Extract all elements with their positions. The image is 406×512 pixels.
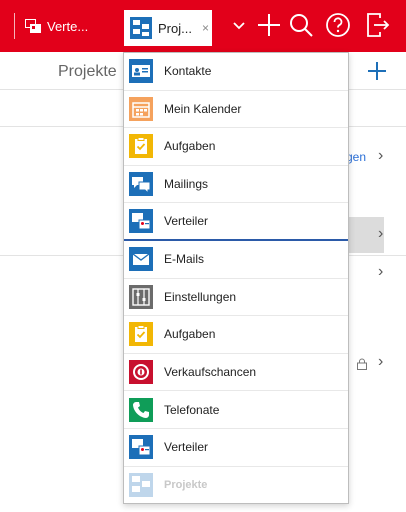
chevron-right-icon[interactable]: › — [378, 147, 383, 165]
tab-label: Verte... — [47, 18, 89, 34]
menu-item-projekte: Projekte — [124, 467, 348, 503]
menu-item-label: Kontakte — [164, 64, 212, 79]
menu-item-label: E-Mails — [164, 252, 205, 267]
chevron-right-icon[interactable]: › — [378, 263, 383, 281]
menu-item-e-mails[interactable]: E-Mails — [124, 241, 348, 279]
menu-item-label: Telefonate — [164, 402, 220, 417]
app-root: Verte... Proj... × Projekte gen › › › › … — [0, 0, 406, 512]
tasks-icon — [129, 134, 153, 159]
menu-item-telefonate[interactable]: Telefonate — [124, 391, 348, 429]
phone-icon — [129, 397, 153, 422]
background-link[interactable]: gen — [346, 150, 366, 164]
menu-item-aufgaben[interactable]: Aufgaben — [124, 128, 348, 166]
tab-projekte[interactable]: Proj... × — [124, 10, 212, 46]
menu-item-label: Verteiler — [164, 440, 209, 455]
distribution-list-icon — [129, 435, 153, 460]
menu-item-label: Verteiler — [164, 214, 209, 229]
menu-item-mailings[interactable]: Mailings — [124, 166, 348, 204]
sales-opportunities-icon — [129, 360, 153, 385]
menu-item-aufgaben-2[interactable]: Aufgaben — [124, 316, 348, 354]
menu-item-verkaufschancen[interactable]: Verkaufschancen — [124, 354, 348, 392]
contacts-icon — [129, 59, 153, 84]
settings-icon — [129, 284, 153, 309]
distribution-list-icon — [25, 19, 41, 33]
distribution-list-icon — [129, 209, 153, 234]
menu-item-label: Einstellungen — [164, 289, 237, 304]
menu-item-label: Projekte — [164, 479, 208, 492]
projects-icon — [130, 17, 152, 39]
mailings-icon — [129, 172, 153, 197]
menu-item-kontakte[interactable]: Kontakte — [124, 53, 348, 91]
menu-item-einstellungen[interactable]: Einstellungen — [124, 279, 348, 317]
add-icon[interactable] — [366, 60, 388, 82]
chevron-right-icon[interactable]: › — [378, 353, 383, 371]
chevron-right-icon[interactable]: › — [378, 225, 383, 243]
close-icon[interactable]: × — [202, 21, 209, 35]
menu-item-label: Mailings — [164, 177, 209, 192]
lock-icon — [357, 358, 367, 370]
menu-item-label: Mein Kalender — [164, 101, 242, 116]
menu-item-verteiler-2[interactable]: Verteiler — [124, 429, 348, 467]
menu-item-label: Aufgaben — [164, 327, 216, 342]
menu-item-label: Aufgaben — [164, 139, 216, 154]
logout-icon[interactable] — [364, 12, 390, 38]
menu-item-mein-kalender[interactable]: Mein Kalender — [124, 91, 348, 129]
projects-icon — [129, 473, 153, 498]
tab-separator — [14, 13, 15, 39]
plus-icon[interactable] — [256, 12, 282, 38]
search-icon[interactable] — [288, 12, 314, 38]
tasks-icon — [129, 322, 153, 347]
menu-item-label: Verkaufschancen — [164, 365, 257, 380]
help-icon[interactable] — [325, 12, 351, 38]
tab-verteiler[interactable]: Verte... — [14, 10, 118, 42]
email-icon — [129, 247, 153, 272]
page-title: Projekte — [58, 63, 117, 80]
top-bar: Verte... Proj... × — [0, 0, 406, 52]
tab-label: Proj... — [158, 20, 192, 36]
navigation-dropdown: Kontakte Mein Kalender Aufgaben Mailings… — [123, 52, 349, 504]
menu-item-verteiler[interactable]: Verteiler — [124, 203, 348, 241]
calendar-icon — [129, 96, 153, 121]
chevron-down-icon[interactable] — [226, 12, 252, 38]
